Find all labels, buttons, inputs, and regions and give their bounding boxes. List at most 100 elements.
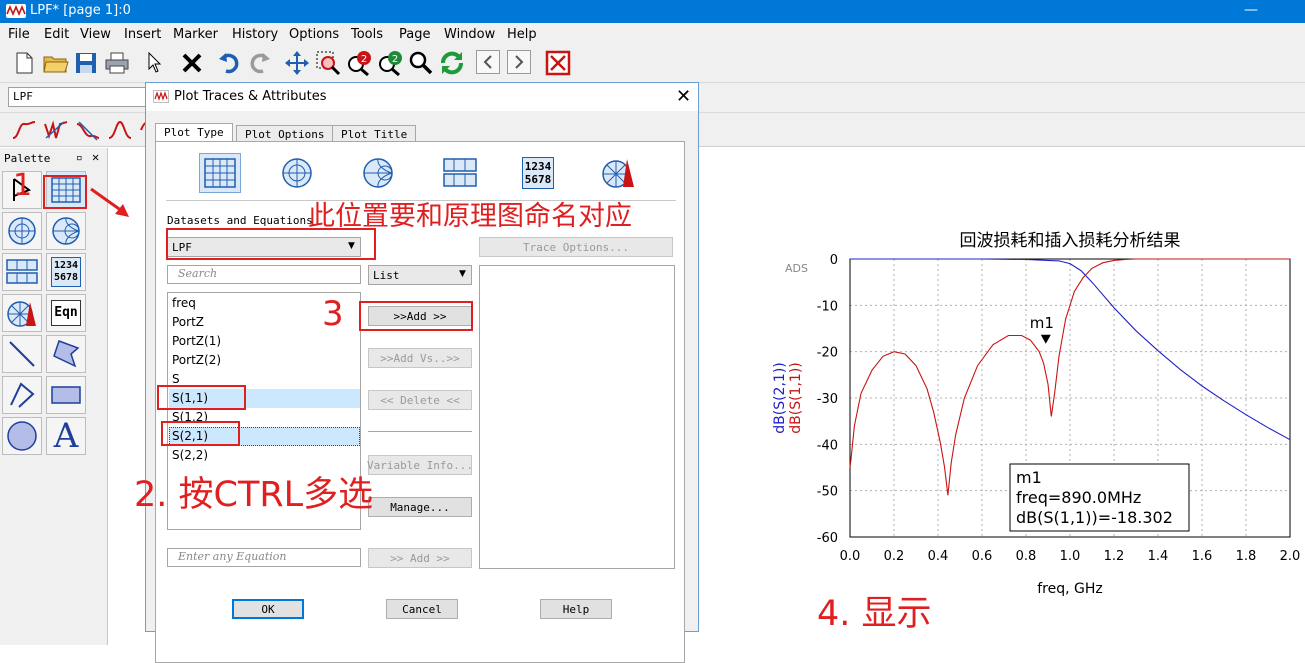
menu-file[interactable]: File [8,27,30,42]
x-tick-label: 0.6 [972,549,993,564]
previous-page-icon[interactable] [476,50,500,74]
palette-polar-plot[interactable] [2,212,42,250]
highlight-add [359,301,473,331]
delete-button[interactable]: << Delete << [368,390,472,410]
cancel-button[interactable]: Cancel [386,599,458,619]
menu-page[interactable]: Page [399,27,430,42]
pan-move-icon[interactable] [283,49,311,77]
minimize-icon[interactable]: — [1244,2,1258,18]
x-tick-label: 0.0 [840,549,861,564]
list-item[interactable]: PortZ(1) [172,334,221,348]
list-mode-select[interactable]: List ▼ [368,265,472,285]
list-item[interactable]: S [172,372,180,386]
menu-view[interactable]: View [80,27,111,42]
palette-title: Palette [4,152,51,165]
palette-header: Palette ▫ ✕ [0,150,108,168]
select-pointer-icon[interactable] [141,49,169,77]
palette-equation[interactable]: Eqn [46,294,86,332]
menu-insert[interactable]: Insert [124,27,161,42]
new-file-icon[interactable] [10,49,38,77]
menu-help[interactable]: Help [507,27,537,42]
palette-text-tool[interactable]: A [46,417,86,455]
dialog-title-bar: Plot Traces & Attributes ✕ [146,83,698,111]
palette-polygon-tool[interactable] [46,335,86,373]
next-page-icon[interactable] [507,50,531,74]
save-icon[interactable] [72,49,100,77]
trace-options-button[interactable]: Trace Options... [479,237,673,257]
zoom-area-icon[interactable] [314,49,342,77]
list-item[interactable]: PortZ(2) [172,353,221,367]
divider [368,431,472,432]
add-vs-button[interactable]: >>Add Vs..>> [368,348,472,368]
close-palette-icon[interactable]: ✕ [92,150,99,164]
refresh-icon[interactable] [438,49,466,77]
zoom-out-icon[interactable]: 2 [376,49,404,77]
palette-circle-tool[interactable] [2,417,42,455]
open-folder-icon[interactable] [42,49,70,77]
chart-watermark: ADS [785,262,808,275]
rising-trace-icon[interactable] [10,116,38,144]
annotation-arrow-icon [90,187,129,217]
print-icon[interactable] [103,49,131,77]
redo-icon[interactable] [246,49,274,77]
y-tick-label: -60 [817,531,838,546]
dialog-close-icon[interactable]: ✕ [676,86,691,107]
plot-type-polar[interactable] [281,157,313,193]
restore-icon[interactable]: ▫ [76,151,83,164]
menu-bar: File Edit View Insert Marker History Opt… [0,23,1305,45]
x-tick-label: 1.8 [1236,549,1257,564]
manage-button[interactable]: Manage... [368,497,472,517]
ok-button[interactable]: OK [232,599,304,619]
add-equation-button[interactable]: >> Add >> [368,548,472,568]
palette-smith-chart[interactable] [46,212,86,250]
plot-type-list-numbers-top: 1234 [524,160,552,173]
y-tick-label: -40 [817,438,838,453]
undo-icon[interactable] [215,49,243,77]
menu-options[interactable]: Options [289,27,339,42]
marker-label: m1 [1030,314,1054,332]
menu-edit[interactable]: Edit [44,27,69,42]
dialog-app-icon [153,90,169,103]
highlight-rect-plot [43,175,87,209]
list-item[interactable]: freq [172,296,196,310]
palette-polyline-tool[interactable] [2,376,42,414]
palette-text-label: A [53,416,79,456]
stop-icon[interactable] [544,49,572,77]
delete-x-icon[interactable] [178,49,206,77]
falling-trace-icon[interactable] [74,116,102,144]
menu-history[interactable]: History [232,27,278,42]
traces-list[interactable] [479,265,675,569]
list-item[interactable]: PortZ [172,315,204,329]
help-button[interactable]: Help [540,599,612,619]
menu-tools[interactable]: Tools [351,27,383,42]
search-input[interactable]: Search [167,265,361,284]
palette-stacked-plot[interactable] [2,253,42,291]
design-combo[interactable]: LPF [8,87,148,107]
plot-type-list[interactable]: 1234 5678 [522,157,554,189]
list-item[interactable]: S(2,2) [172,448,208,462]
zoom-in-icon[interactable]: 2 [345,49,373,77]
y-tick-label: -30 [817,392,838,407]
plot-type-antenna[interactable] [601,156,635,194]
palette-rectangle-tool[interactable] [46,376,86,414]
equation-input[interactable]: Enter any Equation [167,548,361,567]
plot-type-smith[interactable] [362,157,394,193]
palette-line-tool[interactable] [2,335,42,373]
canvas-left-strip [108,148,145,645]
palette-list-table[interactable]: 1234 5678 [46,253,86,291]
notch-trace-icon[interactable] [42,116,70,144]
variable-info-button[interactable]: Variable Info... [367,455,473,475]
bandpass-trace-icon[interactable] [106,116,134,144]
tab-plot-type[interactable]: Plot Type [155,123,233,142]
plot-type-stacked[interactable] [443,158,477,192]
menu-marker[interactable]: Marker [173,27,218,42]
x-tick-label: 0.8 [1016,549,1037,564]
palette-antenna-plot[interactable] [2,294,42,332]
palette-list-numbers-top: 1234 [53,260,79,271]
annotation-step-3: 3 [322,294,344,334]
datasets-label: Datasets and Equations [167,214,313,227]
zoom-fit-icon[interactable] [407,49,435,77]
menu-window[interactable]: Window [444,27,495,42]
plot-type-rectangular[interactable] [199,153,241,193]
chart-title: 回波损耗和插入损耗分析结果 [960,231,1181,251]
